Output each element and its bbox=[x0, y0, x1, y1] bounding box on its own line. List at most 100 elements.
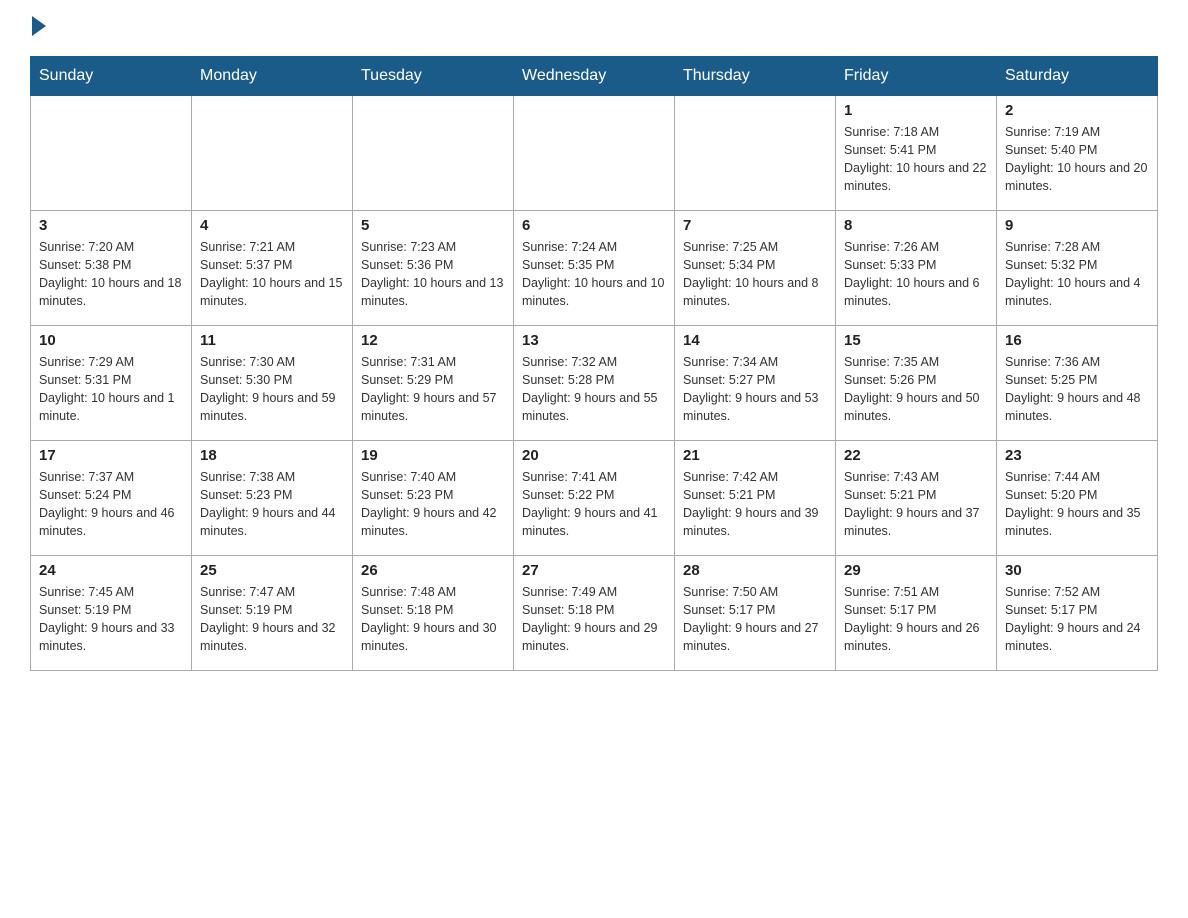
calendar-cell: 4 Sunrise: 7:21 AMSunset: 5:37 PMDaylight… bbox=[192, 211, 353, 326]
calendar-cell: 11 Sunrise: 7:30 AMSunset: 5:30 PMDayligh… bbox=[192, 326, 353, 441]
day-number: 19 bbox=[361, 447, 505, 464]
day-info: Sunrise: 7:48 AMSunset: 5:18 PMDaylight:… bbox=[361, 583, 505, 656]
week-row-3: 10 Sunrise: 7:29 AMSunset: 5:31 PMDayligh… bbox=[31, 326, 1158, 441]
day-number: 7 bbox=[683, 217, 827, 234]
logo-arrow-icon bbox=[32, 16, 46, 36]
logo bbox=[30, 20, 46, 36]
day-number: 2 bbox=[1005, 102, 1149, 119]
day-number: 3 bbox=[39, 217, 183, 234]
calendar-cell: 7 Sunrise: 7:25 AMSunset: 5:34 PMDaylight… bbox=[675, 211, 836, 326]
day-info: Sunrise: 7:26 AMSunset: 5:33 PMDaylight:… bbox=[844, 238, 988, 311]
calendar-cell bbox=[353, 96, 514, 211]
day-number: 18 bbox=[200, 447, 344, 464]
day-info: Sunrise: 7:24 AMSunset: 5:35 PMDaylight:… bbox=[522, 238, 666, 311]
day-number: 17 bbox=[39, 447, 183, 464]
calendar-cell: 29Sunrise: 7:51 AMSunset: 5:17 PMDayligh… bbox=[836, 556, 997, 671]
day-number: 24 bbox=[39, 562, 183, 579]
day-number: 1 bbox=[844, 102, 988, 119]
week-row-2: 3 Sunrise: 7:20 AMSunset: 5:38 PMDaylight… bbox=[31, 211, 1158, 326]
calendar-cell: 9 Sunrise: 7:28 AMSunset: 5:32 PMDaylight… bbox=[997, 211, 1158, 326]
day-info: Sunrise: 7:25 AMSunset: 5:34 PMDaylight:… bbox=[683, 238, 827, 311]
calendar-cell: 17 Sunrise: 7:37 AMSunset: 5:24 PMDayligh… bbox=[31, 441, 192, 556]
day-number: 25 bbox=[200, 562, 344, 579]
day-info: Sunrise: 7:37 AMSunset: 5:24 PMDaylight:… bbox=[39, 468, 183, 541]
day-number: 26 bbox=[361, 562, 505, 579]
day-info: Sunrise: 7:35 AMSunset: 5:26 PMDaylight:… bbox=[844, 353, 988, 426]
day-info: Sunrise: 7:51 AMSunset: 5:17 PMDaylight:… bbox=[844, 583, 988, 656]
calendar-table: SundayMondayTuesdayWednesdayThursdayFrid… bbox=[30, 56, 1158, 671]
day-info: Sunrise: 7:40 AMSunset: 5:23 PMDaylight:… bbox=[361, 468, 505, 541]
calendar-cell: 19 Sunrise: 7:40 AMSunset: 5:23 PMDayligh… bbox=[353, 441, 514, 556]
day-header-sunday: Sunday bbox=[31, 57, 192, 96]
day-header-tuesday: Tuesday bbox=[353, 57, 514, 96]
day-info: Sunrise: 7:21 AMSunset: 5:37 PMDaylight:… bbox=[200, 238, 344, 311]
day-number: 15 bbox=[844, 332, 988, 349]
day-info: Sunrise: 7:47 AMSunset: 5:19 PMDaylight:… bbox=[200, 583, 344, 656]
calendar-header-row: SundayMondayTuesdayWednesdayThursdayFrid… bbox=[31, 57, 1158, 96]
day-info: Sunrise: 7:49 AMSunset: 5:18 PMDaylight:… bbox=[522, 583, 666, 656]
calendar-cell bbox=[514, 96, 675, 211]
day-info: Sunrise: 7:38 AMSunset: 5:23 PMDaylight:… bbox=[200, 468, 344, 541]
day-number: 20 bbox=[522, 447, 666, 464]
calendar-cell: 14 Sunrise: 7:34 AMSunset: 5:27 PMDayligh… bbox=[675, 326, 836, 441]
day-info: Sunrise: 7:43 AMSunset: 5:21 PMDaylight:… bbox=[844, 468, 988, 541]
day-number: 23 bbox=[1005, 447, 1149, 464]
day-info: Sunrise: 7:42 AMSunset: 5:21 PMDaylight:… bbox=[683, 468, 827, 541]
calendar-cell: 3 Sunrise: 7:20 AMSunset: 5:38 PMDaylight… bbox=[31, 211, 192, 326]
calendar-cell: 1 Sunrise: 7:18 AMSunset: 5:41 PMDaylight… bbox=[836, 96, 997, 211]
day-info: Sunrise: 7:20 AMSunset: 5:38 PMDaylight:… bbox=[39, 238, 183, 311]
day-header-wednesday: Wednesday bbox=[514, 57, 675, 96]
calendar-cell: 21 Sunrise: 7:42 AMSunset: 5:21 PMDayligh… bbox=[675, 441, 836, 556]
calendar-cell: 2 Sunrise: 7:19 AMSunset: 5:40 PMDaylight… bbox=[997, 96, 1158, 211]
day-info: Sunrise: 7:23 AMSunset: 5:36 PMDaylight:… bbox=[361, 238, 505, 311]
day-header-friday: Friday bbox=[836, 57, 997, 96]
calendar-cell bbox=[675, 96, 836, 211]
day-number: 12 bbox=[361, 332, 505, 349]
day-number: 10 bbox=[39, 332, 183, 349]
calendar-cell bbox=[192, 96, 353, 211]
day-info: Sunrise: 7:30 AMSunset: 5:30 PMDaylight:… bbox=[200, 353, 344, 426]
day-header-saturday: Saturday bbox=[997, 57, 1158, 96]
week-row-5: 24Sunrise: 7:45 AMSunset: 5:19 PMDayligh… bbox=[31, 556, 1158, 671]
calendar-cell bbox=[31, 96, 192, 211]
calendar-cell: 22Sunrise: 7:43 AMSunset: 5:21 PMDayligh… bbox=[836, 441, 997, 556]
day-number: 30 bbox=[1005, 562, 1149, 579]
calendar-cell: 28 Sunrise: 7:50 AMSunset: 5:17 PMDayligh… bbox=[675, 556, 836, 671]
day-header-thursday: Thursday bbox=[675, 57, 836, 96]
calendar-cell: 20 Sunrise: 7:41 AMSunset: 5:22 PMDayligh… bbox=[514, 441, 675, 556]
day-number: 27 bbox=[522, 562, 666, 579]
day-info: Sunrise: 7:34 AMSunset: 5:27 PMDaylight:… bbox=[683, 353, 827, 426]
day-info: Sunrise: 7:32 AMSunset: 5:28 PMDaylight:… bbox=[522, 353, 666, 426]
day-number: 9 bbox=[1005, 217, 1149, 234]
day-number: 16 bbox=[1005, 332, 1149, 349]
calendar-cell: 8 Sunrise: 7:26 AMSunset: 5:33 PMDaylight… bbox=[836, 211, 997, 326]
day-info: Sunrise: 7:44 AMSunset: 5:20 PMDaylight:… bbox=[1005, 468, 1149, 541]
calendar-cell: 26 Sunrise: 7:48 AMSunset: 5:18 PMDayligh… bbox=[353, 556, 514, 671]
day-number: 21 bbox=[683, 447, 827, 464]
calendar-cell: 12 Sunrise: 7:31 AMSunset: 5:29 PMDayligh… bbox=[353, 326, 514, 441]
day-number: 4 bbox=[200, 217, 344, 234]
week-row-4: 17 Sunrise: 7:37 AMSunset: 5:24 PMDayligh… bbox=[31, 441, 1158, 556]
calendar-cell: 5Sunrise: 7:23 AMSunset: 5:36 PMDaylight… bbox=[353, 211, 514, 326]
day-info: Sunrise: 7:28 AMSunset: 5:32 PMDaylight:… bbox=[1005, 238, 1149, 311]
day-info: Sunrise: 7:29 AMSunset: 5:31 PMDaylight:… bbox=[39, 353, 183, 426]
calendar-cell: 18 Sunrise: 7:38 AMSunset: 5:23 PMDayligh… bbox=[192, 441, 353, 556]
calendar-cell: 23 Sunrise: 7:44 AMSunset: 5:20 PMDayligh… bbox=[997, 441, 1158, 556]
day-info: Sunrise: 7:41 AMSunset: 5:22 PMDaylight:… bbox=[522, 468, 666, 541]
week-row-1: 1 Sunrise: 7:18 AMSunset: 5:41 PMDaylight… bbox=[31, 96, 1158, 211]
day-number: 28 bbox=[683, 562, 827, 579]
calendar-cell: 24Sunrise: 7:45 AMSunset: 5:19 PMDayligh… bbox=[31, 556, 192, 671]
day-number: 11 bbox=[200, 332, 344, 349]
day-info: Sunrise: 7:19 AMSunset: 5:40 PMDaylight:… bbox=[1005, 123, 1149, 196]
day-number: 6 bbox=[522, 217, 666, 234]
calendar-cell: 6 Sunrise: 7:24 AMSunset: 5:35 PMDaylight… bbox=[514, 211, 675, 326]
day-info: Sunrise: 7:18 AMSunset: 5:41 PMDaylight:… bbox=[844, 123, 988, 196]
day-info: Sunrise: 7:50 AMSunset: 5:17 PMDaylight:… bbox=[683, 583, 827, 656]
day-number: 8 bbox=[844, 217, 988, 234]
day-info: Sunrise: 7:31 AMSunset: 5:29 PMDaylight:… bbox=[361, 353, 505, 426]
calendar-cell: 15 Sunrise: 7:35 AMSunset: 5:26 PMDayligh… bbox=[836, 326, 997, 441]
day-header-monday: Monday bbox=[192, 57, 353, 96]
day-info: Sunrise: 7:52 AMSunset: 5:17 PMDaylight:… bbox=[1005, 583, 1149, 656]
day-number: 14 bbox=[683, 332, 827, 349]
calendar-cell: 10 Sunrise: 7:29 AMSunset: 5:31 PMDayligh… bbox=[31, 326, 192, 441]
